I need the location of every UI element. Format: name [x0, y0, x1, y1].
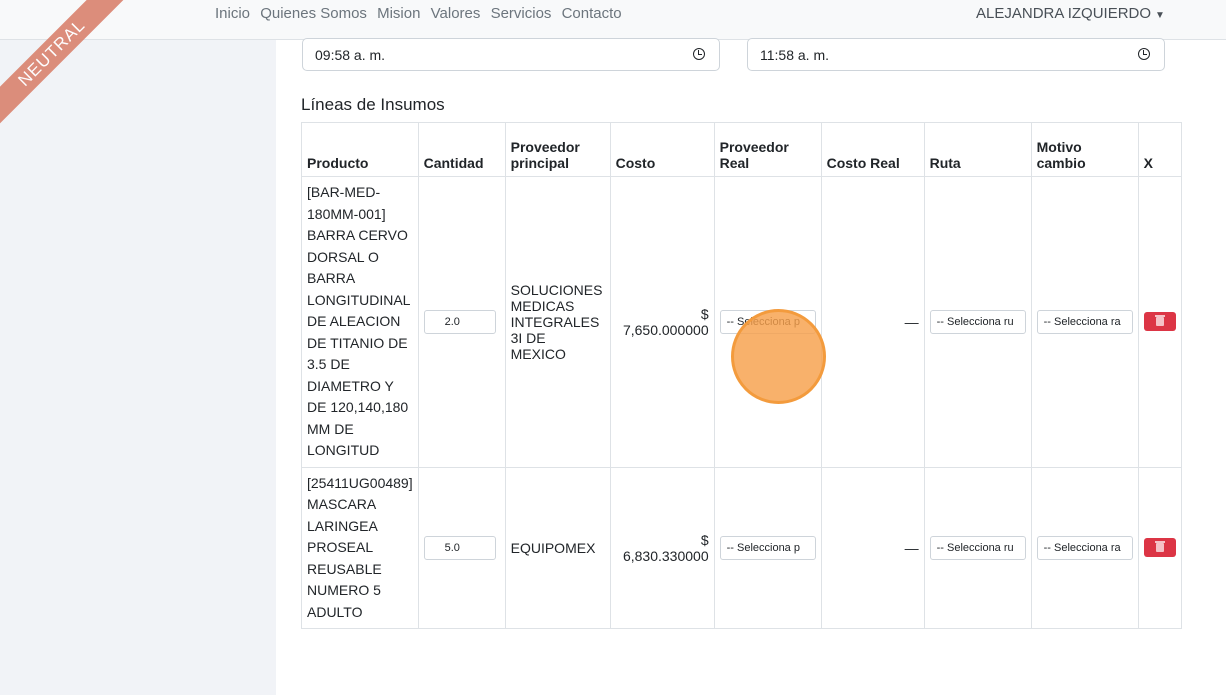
section-title: Líneas de Insumos [301, 95, 445, 114]
route-select[interactable]: -- Selecciona ru [929, 309, 1026, 334]
trash-icon[interactable] [1143, 312, 1176, 332]
column-header: Proveedor Real [713, 122, 822, 177]
user-name: ALEJANDRA IZQUIERDO [976, 5, 1152, 22]
start-time-value: 09:58 a. m. [315, 47, 386, 63]
route-select[interactable]: -- Selecciona ru [929, 535, 1026, 560]
user-menu[interactable]: ALEJANDRA IZQUIERDO ▼ [976, 5, 1165, 22]
end-time-value: 11:58 a. m. [760, 47, 830, 63]
nav-link-mision[interactable]: Mision [377, 5, 420, 22]
change-reason-select[interactable]: -- Selecciona ra [1036, 309, 1133, 334]
real-supplier-select[interactable]: -- Selecciona p [719, 535, 816, 560]
trash-icon[interactable] [1143, 538, 1176, 558]
end-time-input[interactable]: 11:58 a. m. [747, 38, 1165, 71]
click-highlight-marker [731, 309, 826, 404]
table-row: [BAR-MED-180MM-001] BARRA CERVO DORSAL O… [301, 176, 1182, 468]
route-cell: -- Selecciona ru [923, 176, 1032, 468]
quantity-input[interactable]: 2.0 [423, 309, 496, 334]
app-frame: Inicio Quienes Somos Mision Valores Serv… [0, 0, 1226, 695]
nav-link-contacto[interactable]: Contacto [562, 5, 622, 22]
clock-icon[interactable] [693, 48, 705, 60]
clock-icon[interactable] [1138, 48, 1150, 60]
product-cell: [BAR-MED-180MM-001] BARRA CERVO DORSAL O… [301, 176, 419, 468]
column-header: X [1137, 122, 1182, 177]
quantity-cell: 5.0 [417, 466, 506, 629]
quantity-input[interactable]: 5.0 [423, 535, 496, 560]
top-navbar: Inicio Quienes Somos Mision Valores Serv… [0, 0, 1226, 40]
cost-cell: $ 6,830.330000 [609, 466, 715, 629]
supplier-cell: SOLUCIONES MEDICAS INTEGRALES 3I DE MEXI… [504, 176, 611, 468]
delete-cell [1137, 176, 1182, 468]
caret-down-icon: ▼ [1155, 10, 1165, 21]
column-header: Motivo cambio [1030, 122, 1139, 177]
column-header: Cantidad [417, 122, 506, 177]
real-cost-cell: — [820, 176, 925, 468]
column-header: Proveedor principal [504, 122, 611, 177]
real-cost-cell: — [820, 466, 925, 629]
supplier-cell: EQUIPOMEX [504, 466, 611, 629]
change-reason-select[interactable]: -- Selecciona ra [1036, 535, 1133, 560]
quantity-cell: 2.0 [417, 176, 506, 468]
column-header: Ruta [923, 122, 1032, 177]
reason-cell: -- Selecciona ra [1030, 466, 1139, 629]
route-cell: -- Selecciona ru [923, 466, 1032, 629]
column-header: Costo [609, 122, 715, 177]
delete-cell [1137, 466, 1182, 629]
start-time-input[interactable]: 09:58 a. m. [302, 38, 720, 71]
product-cell: [25411UG00489] MASCARA LARINGEA PROSEAL … [301, 466, 419, 629]
nav-link-servicios[interactable]: Servicios [491, 5, 552, 22]
column-header: Producto [301, 122, 419, 177]
column-header: Costo Real [820, 122, 925, 177]
nav-link-inicio[interactable]: Inicio [215, 5, 250, 22]
nav-link-quienes-somos[interactable]: Quienes Somos [260, 5, 367, 22]
real-supplier-cell: -- Selecciona p [713, 466, 822, 629]
cost-cell: $ 7,650.000000 [609, 176, 715, 468]
reason-cell: -- Selecciona ra [1030, 176, 1139, 468]
nav-link-valores[interactable]: Valores [431, 5, 481, 22]
table-header-row: Producto Cantidad Proveedor principal Co… [301, 122, 1182, 177]
table-row: [25411UG00489] MASCARA LARINGEA PROSEAL … [301, 466, 1182, 629]
nav-links: Inicio Quienes Somos Mision Valores Serv… [215, 5, 628, 22]
